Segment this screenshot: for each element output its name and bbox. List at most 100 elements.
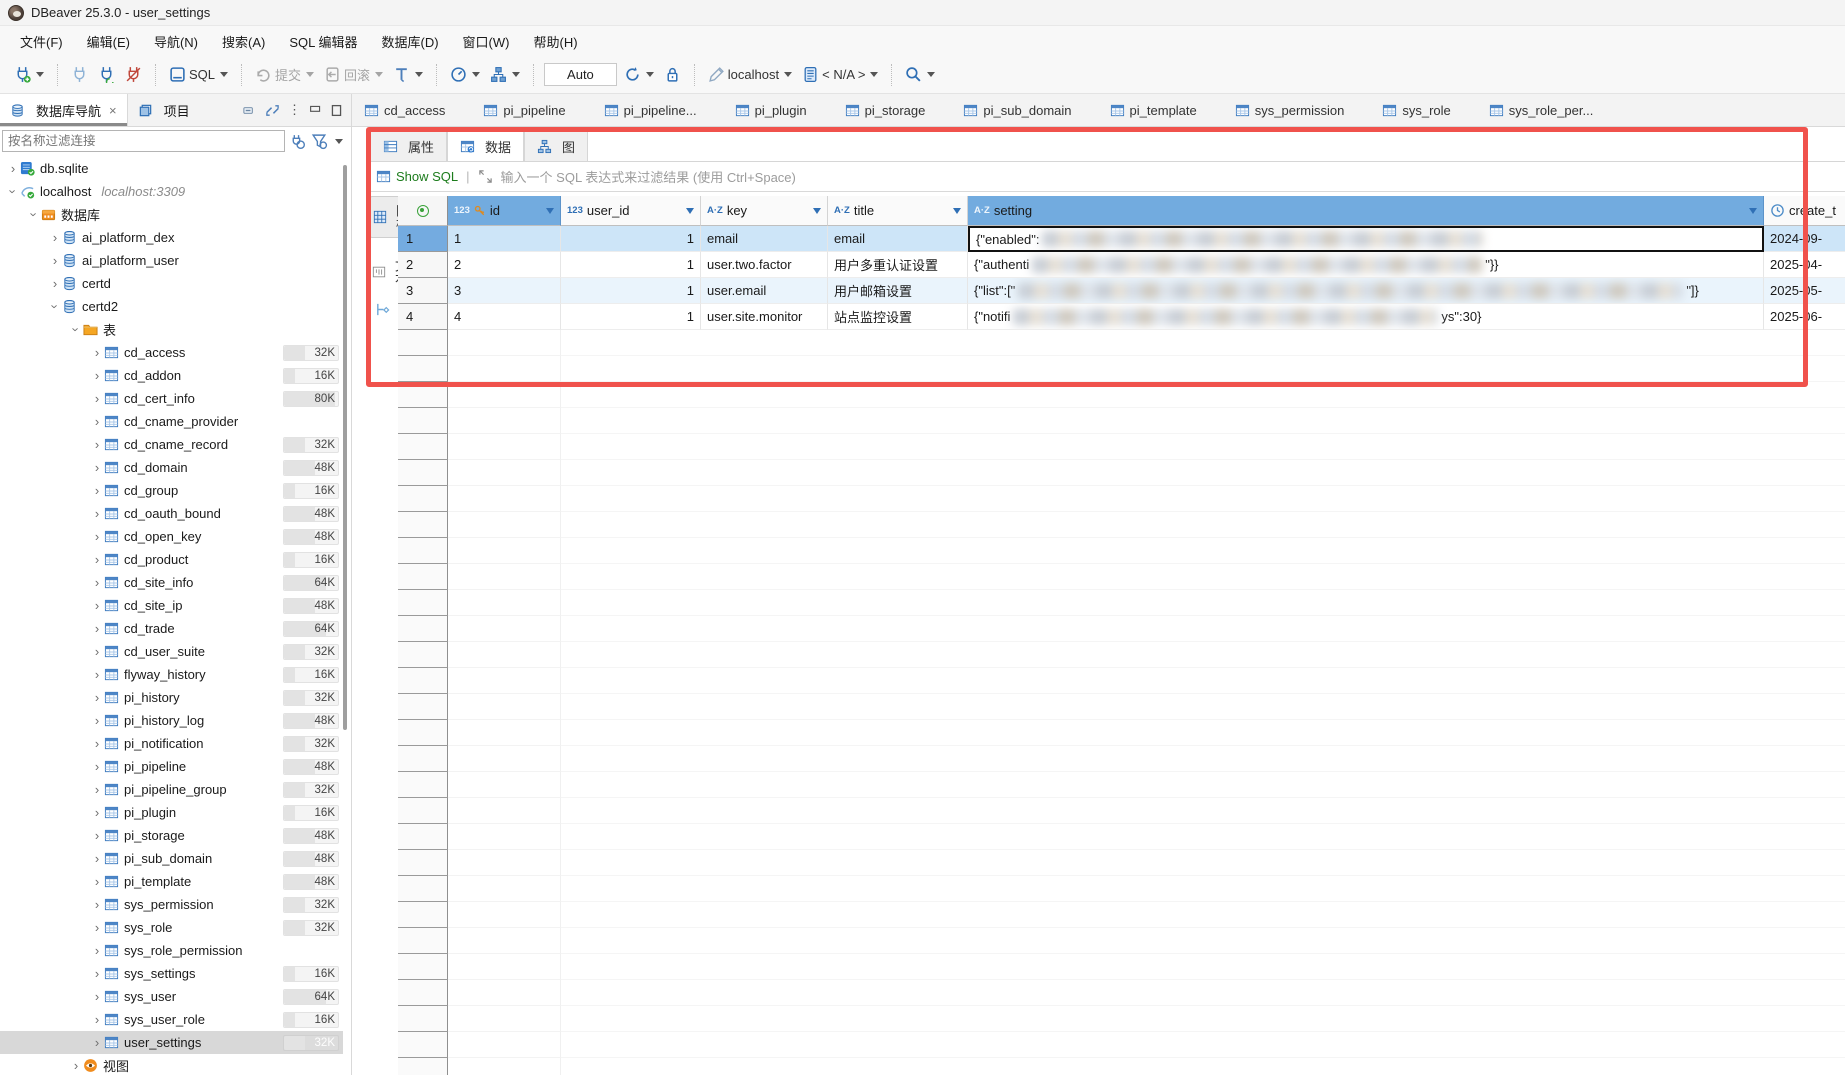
menu-item[interactable]: SQL 编辑器 (279, 28, 367, 55)
rollback-button[interactable]: 回滚 (321, 62, 386, 87)
chevron-right-icon[interactable]: › (90, 920, 104, 935)
editor-tab[interactable]: sys_permission (1223, 94, 1371, 126)
chevron-right-icon[interactable]: › (90, 529, 104, 544)
row-number-cell[interactable]: 2 (398, 252, 448, 278)
tree-item[interactable]: ›cd_site_ip48K (0, 594, 343, 617)
sql-editor-button[interactable]: SQL (166, 63, 231, 86)
chevron-right-icon[interactable]: › (90, 897, 104, 912)
result-tab[interactable]: 图 (524, 130, 588, 161)
table-row[interactable]: 221user.two.factor用户多重认证设置{"authenti"}}2… (398, 252, 1845, 278)
chevron-right-icon[interactable]: › (90, 1035, 104, 1050)
row-number-cell[interactable]: 3 (398, 278, 448, 304)
tree-item[interactable]: ›cd_group16K (0, 479, 343, 502)
refresh-button[interactable] (621, 63, 657, 86)
menu-item[interactable]: 窗口(W) (453, 28, 520, 55)
chevron-right-icon[interactable]: › (90, 460, 104, 475)
tree-item[interactable]: ›ai_platform_user (0, 249, 343, 272)
tree-item[interactable]: ›ai_platform_dex (0, 226, 343, 249)
tree-item[interactable]: ›pi_plugin16K (0, 801, 343, 824)
chevron-down-icon[interactable]: › (6, 185, 21, 199)
create-time-cell[interactable]: 2025-06- (1764, 304, 1845, 330)
editor-tab[interactable]: cd_access (352, 94, 471, 126)
menu-item[interactable]: 帮助(H) (523, 28, 587, 55)
tree-item[interactable]: ›表 (0, 318, 343, 341)
tree-item[interactable]: ›sys_user_role16K (0, 1008, 343, 1031)
tree-item[interactable]: ›pi_notification32K (0, 732, 343, 755)
dashboard-button[interactable] (447, 63, 483, 86)
menu-item[interactable]: 搜索(A) (212, 28, 275, 55)
tree-item[interactable]: ›cd_cname_record32K (0, 433, 343, 456)
tree-item[interactable]: ›cd_site_info64K (0, 571, 343, 594)
chevron-right-icon[interactable]: › (90, 506, 104, 521)
chevron-right-icon[interactable]: › (90, 736, 104, 751)
chevron-right-icon[interactable]: › (90, 575, 104, 590)
tree-item[interactable]: ›cd_user_suite32K (0, 640, 343, 663)
editor-tab[interactable]: pi_sub_domain (951, 94, 1097, 126)
grid-cell[interactable]: user.two.factor (701, 252, 828, 278)
chevron-right-icon[interactable]: › (90, 1012, 104, 1027)
tree-item[interactable]: ›cd_oauth_bound48K (0, 502, 343, 525)
grid-cell[interactable]: 4 (448, 304, 561, 330)
tree-item[interactable]: ›pi_storage48K (0, 824, 343, 847)
chevron-right-icon[interactable]: › (90, 391, 104, 406)
chevron-right-icon[interactable]: › (90, 874, 104, 889)
chevron-right-icon[interactable]: › (90, 828, 104, 843)
editor-tab[interactable]: pi_pipeline... (592, 94, 723, 126)
tree-item[interactable]: ›certd (0, 272, 343, 295)
tree-item[interactable]: ›sys_permission32K (0, 893, 343, 916)
menu-item[interactable]: 数据库(D) (372, 28, 449, 55)
chevron-right-icon[interactable]: › (90, 759, 104, 774)
database-selector[interactable]: < N/A > (799, 63, 881, 86)
show-sql-button[interactable]: Show SQL (376, 169, 458, 184)
setting-cell[interactable]: {"list":[""]} (968, 278, 1764, 304)
search-button[interactable] (902, 63, 938, 86)
tree-item[interactable]: ›flyway_history16K (0, 663, 343, 686)
column-header[interactable]: A·Zsetting (968, 196, 1764, 226)
tree-item[interactable]: ›pi_pipeline48K (0, 755, 343, 778)
grid-cell[interactable]: email (701, 226, 828, 252)
chevron-right-icon[interactable]: › (90, 667, 104, 682)
chevron-right-icon[interactable]: › (90, 943, 104, 958)
column-header[interactable]: create_t (1764, 196, 1845, 226)
chevron-right-icon[interactable]: › (90, 644, 104, 659)
tree-item[interactable]: ›cd_cname_provider (0, 410, 343, 433)
editor-tab[interactable]: pi_storage (833, 94, 952, 126)
tree-item[interactable]: ›sys_role32K (0, 916, 343, 939)
result-tab[interactable]: 属性 (370, 130, 447, 161)
editor-tab[interactable]: sys_role_per... (1477, 94, 1620, 126)
view-menu-icon[interactable]: ⋮ (288, 102, 301, 118)
lock-button[interactable] (661, 63, 684, 86)
tree-item[interactable]: ›pi_sub_domain48K (0, 847, 343, 870)
chevron-right-icon[interactable]: › (69, 1058, 83, 1073)
maximize-icon[interactable] (330, 104, 343, 117)
table-row[interactable]: 441user.site.monitor站点监控设置{"notifiys":30… (398, 304, 1845, 330)
create-time-cell[interactable]: 2025-04- (1764, 252, 1845, 278)
grid-cell[interactable]: 1 (561, 252, 701, 278)
chevron-right-icon[interactable]: › (90, 851, 104, 866)
tree-item[interactable]: ›pi_pipeline_group32K (0, 778, 343, 801)
chevron-right-icon[interactable]: › (48, 230, 62, 245)
chevron-right-icon[interactable]: › (90, 989, 104, 1004)
chevron-right-icon[interactable]: › (48, 253, 62, 268)
column-header[interactable]: A·Ztitle (828, 196, 968, 226)
sql-filter-placeholder[interactable]: 输入一个 SQL 表达式来过滤结果 (使用 Ctrl+Space) (501, 167, 796, 186)
tree-item[interactable]: ›cd_addon16K (0, 364, 343, 387)
chevron-right-icon[interactable]: › (90, 805, 104, 820)
editor-tab[interactable]: pi_plugin (723, 94, 833, 126)
new-connection-button[interactable] (11, 63, 47, 86)
grid-cell[interactable]: user.email (701, 278, 828, 304)
column-dropdown-icon[interactable] (813, 208, 821, 214)
menu-item[interactable]: 导航(N) (144, 28, 208, 55)
grid-cell[interactable]: 用户多重认证设置 (828, 252, 968, 278)
auto-commit-selector[interactable]: Auto (544, 63, 617, 86)
chevron-right-icon[interactable]: › (90, 437, 104, 452)
tree-item[interactable]: ›cd_domain48K (0, 456, 343, 479)
link-with-editor-icon[interactable] (265, 103, 280, 118)
commit-button[interactable]: 提交 (252, 62, 317, 87)
row-number-cell[interactable]: 4 (398, 304, 448, 330)
chevron-right-icon[interactable]: › (90, 713, 104, 728)
tree-item[interactable]: ›db.sqlite (0, 157, 343, 180)
reconnect-button[interactable] (95, 63, 118, 86)
chevron-right-icon[interactable]: › (90, 782, 104, 797)
tab-database-navigator[interactable]: 数据库导航 × (0, 94, 128, 126)
